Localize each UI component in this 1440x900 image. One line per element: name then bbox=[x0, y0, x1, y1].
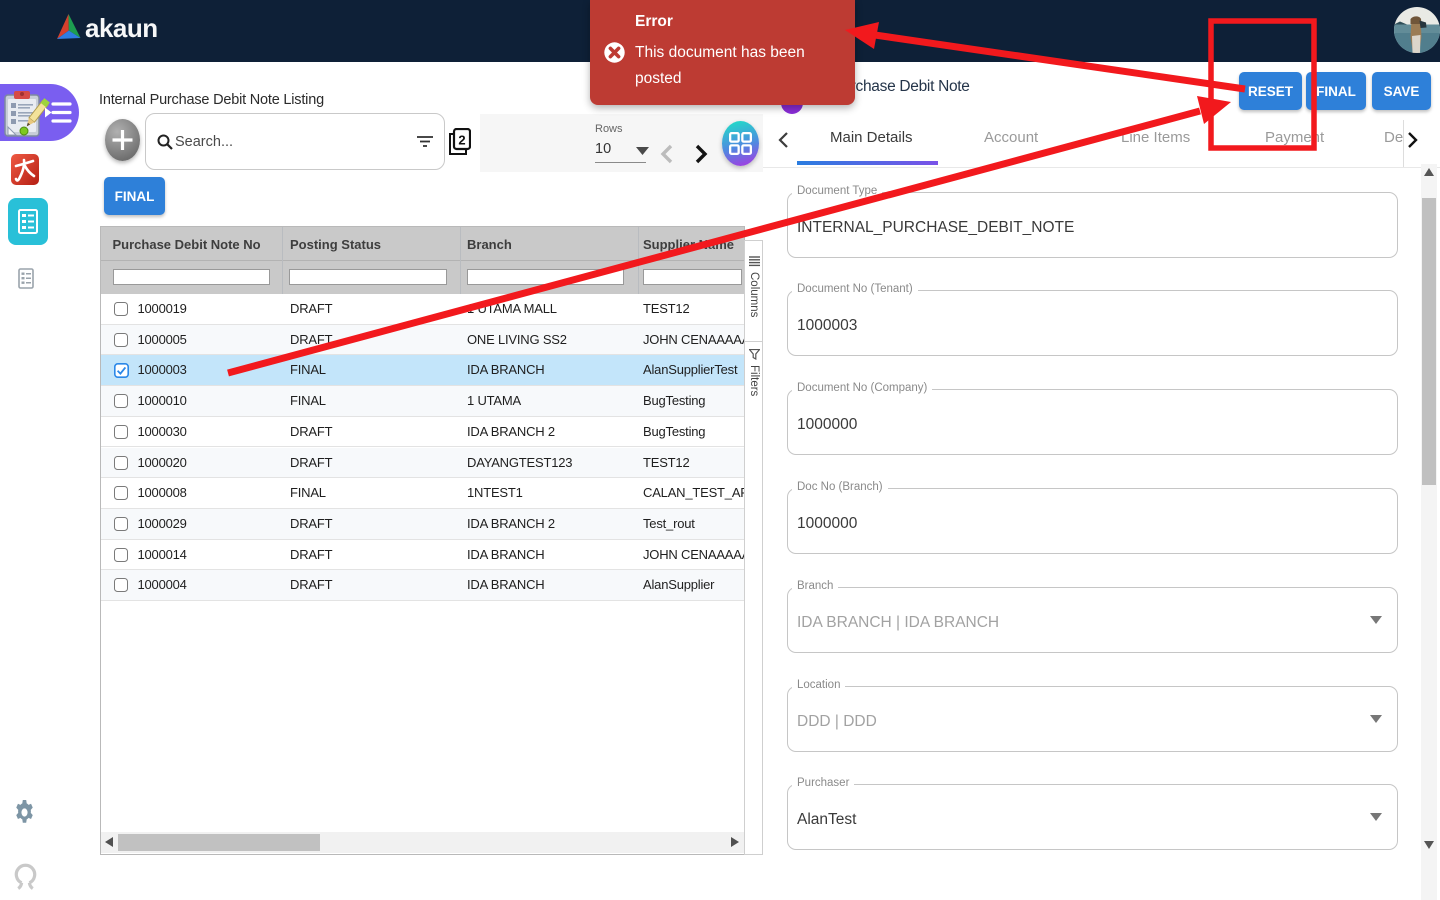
svg-text:2: 2 bbox=[458, 133, 465, 148]
